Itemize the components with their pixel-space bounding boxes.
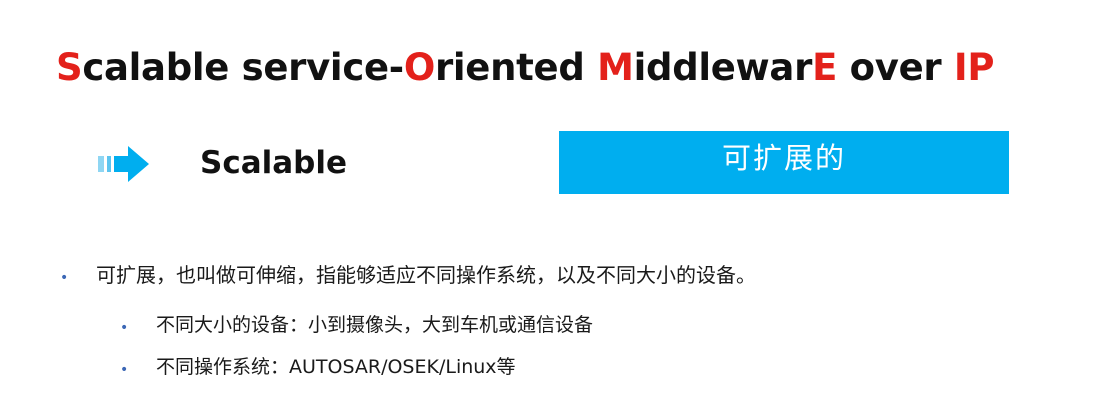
bullet-dot: • (120, 320, 129, 336)
bullet-list: • 可扩展，也叫做可伸缩，指能够适应不同操作系统，以及不同大小的设备。 • 不同… (0, 0, 1114, 416)
bullet-dot: • (60, 270, 69, 286)
bullet-text: 不同大小的设备：小到摄像头，大到车机或通信设备 (156, 314, 594, 336)
bullet-dot: • (120, 362, 129, 378)
bullet-text: 可扩展，也叫做可伸缩，指能够适应不同操作系统，以及不同大小的设备。 (96, 263, 756, 287)
bullet-text: 不同操作系统：AUTOSAR/OSEK/Linux等 (156, 356, 516, 378)
